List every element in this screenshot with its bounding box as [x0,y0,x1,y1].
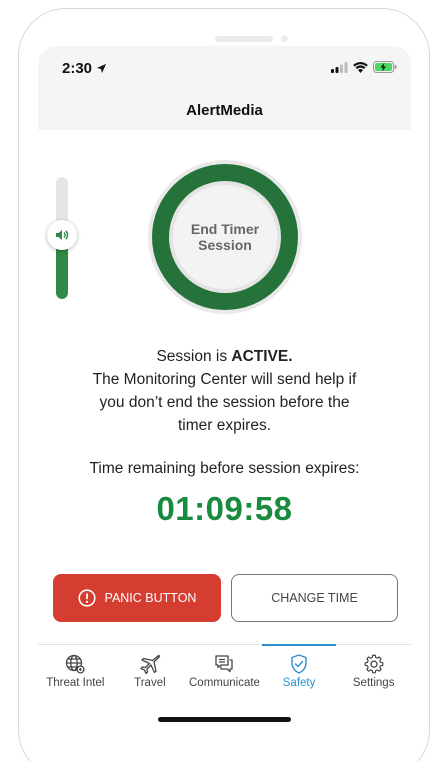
tab-settings-label: Settings [352,677,395,689]
tab-communicate-label: Communicate [189,677,260,689]
home-indicator [158,717,291,722]
tab-travel[interactable]: Travel [113,645,188,700]
end-timer-line2: Session [198,237,252,253]
session-help-line-1: The Monitoring Center will send help if [92,371,357,388]
timer-progress-ring: End Timer Session [152,164,298,310]
panic-button[interactable]: PANIC BUTTON [53,574,221,622]
change-time-button[interactable]: CHANGE TIME [231,574,398,622]
session-status-message: Session is ACTIVE. The Monitoring Center… [38,345,411,437]
timer-ring: End Timer Session [148,160,302,314]
signal-icon [331,61,348,73]
alert-circle-icon [77,589,96,607]
tab-settings[interactable]: Settings [336,645,411,700]
gear-icon [364,654,384,674]
session-help-line-2: you don’t end the session before the [99,394,350,411]
session-state: ACTIVE. [231,348,293,365]
panic-button-label: PANIC BUTTON [104,591,197,605]
shield-check-icon [291,654,307,674]
volume-slider-handle[interactable] [47,220,77,250]
location-arrow-icon [96,63,107,74]
app-screen: 2:30 AlertMedia End Timer Session Sessio… [38,46,411,736]
countdown-timer: 01:09:58 [156,490,293,527]
phone-camera [281,35,288,42]
clock-label: 2:30 [62,60,93,77]
change-time-label: CHANGE TIME [271,591,358,605]
wifi-icon [353,61,368,73]
tab-safety-label: Safety [282,677,316,689]
tab-safety[interactable]: Safety [261,644,337,700]
session-help-line-3: timer expires. [177,417,272,434]
session-status-prefix: Session is [156,348,232,365]
speaker-icon [56,230,69,240]
time-remaining-label: Time remaining before session expires: [89,460,360,477]
session-status-line: Session is ACTIVE. [38,345,411,368]
end-timer-line1: End Timer [190,221,260,237]
phone-speaker [215,36,273,42]
tab-threat-intel[interactable]: Threat Intel [38,645,113,700]
tab-travel-label: Travel [134,677,166,689]
app-title: AlertMedia [186,102,263,119]
tab-threat-intel-label: Threat Intel [46,677,105,689]
globe-icon [66,654,85,674]
end-timer-session-button[interactable]: End Timer Session [169,181,281,293]
tab-communicate[interactable]: Communicate [187,645,262,700]
status-bar-time: 2:30 [62,60,107,77]
chat-icon [215,655,234,673]
bottom-tab-bar: Threat Intel Travel Communicate Safety S… [38,644,411,700]
plane-icon [140,654,160,675]
status-bar-icons [331,61,397,73]
battery-charging-icon [373,61,397,73]
app-header: 2:30 AlertMedia [38,46,411,130]
